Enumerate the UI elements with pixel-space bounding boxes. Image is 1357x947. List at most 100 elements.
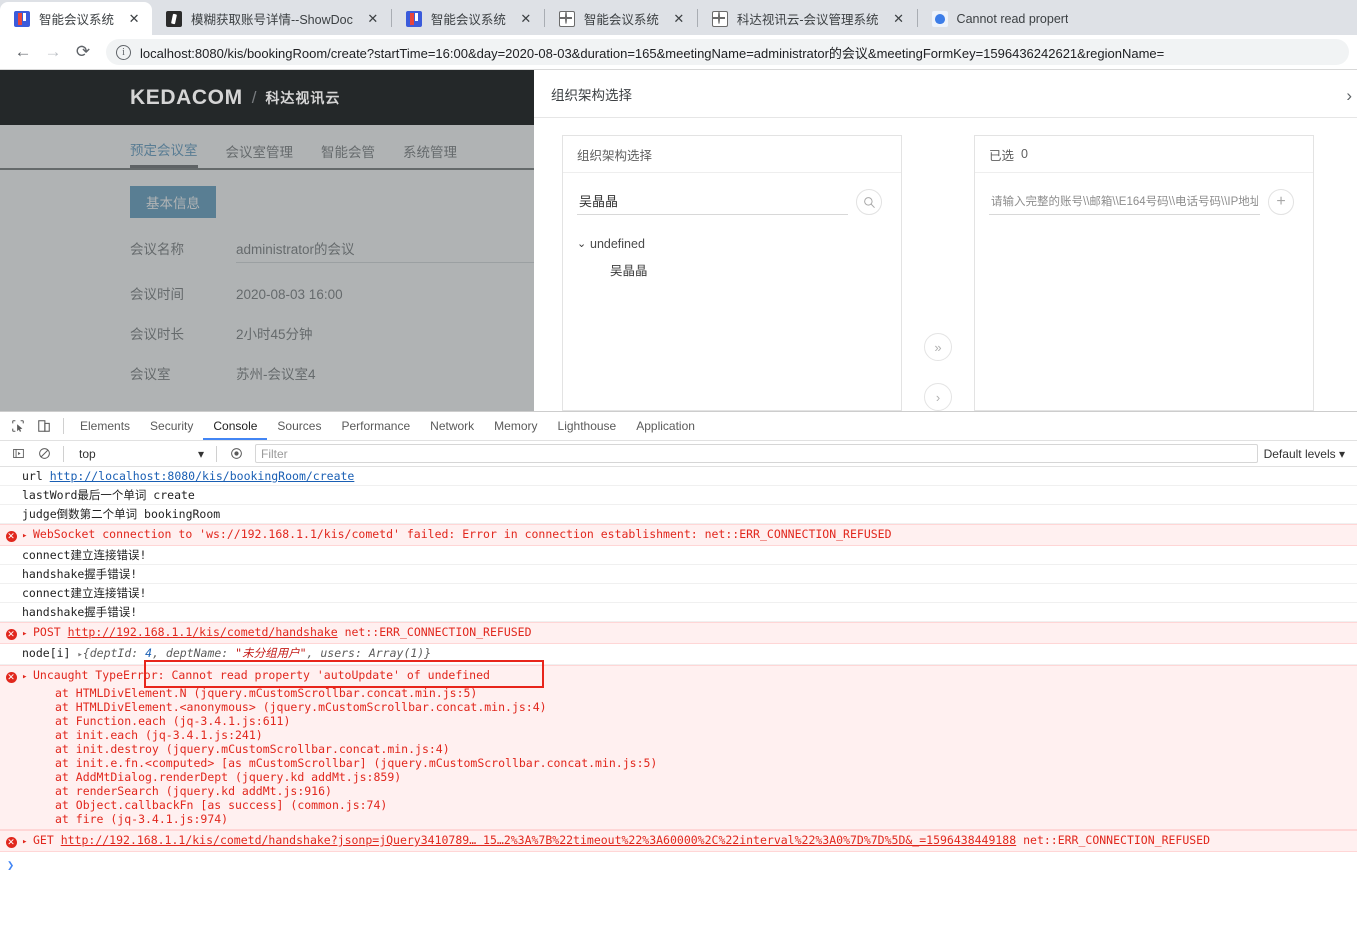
move-selected-button[interactable]: › (924, 383, 952, 411)
chevron-down-icon: ▾ (197, 446, 204, 461)
close-icon[interactable]: › (1346, 86, 1352, 106)
inspect-element-icon[interactable] (5, 413, 31, 439)
stack-frame[interactable]: at Object.callbackFn [as success] (commo… (0, 798, 1357, 812)
row-text: handshake握手错误! (22, 567, 138, 581)
stack-frame[interactable]: at init.destroy (jquery.mCustomScrollbar… (0, 742, 1357, 756)
tree-root-node[interactable]: ⌄ undefined (577, 233, 901, 255)
stack-frame[interactable]: at HTMLDivElement.<anonymous> (jquery.mC… (0, 700, 1357, 714)
tab-close-button[interactable]: ✕ (891, 11, 907, 27)
fiddler-icon (14, 10, 30, 27)
row-gutter (0, 567, 22, 568)
row-gutter (0, 605, 22, 606)
device-toolbar-icon[interactable] (31, 413, 57, 439)
tab-lighthouse[interactable]: Lighthouse (548, 413, 627, 440)
tab-close-button[interactable]: ✕ (126, 11, 142, 27)
modal-backdrop[interactable] (0, 125, 534, 411)
log-level-select[interactable]: Default levels ▾ (1264, 447, 1357, 461)
tab-title: 智能会议系统 (583, 13, 659, 27)
console-filter-input[interactable] (255, 444, 1258, 463)
stack-frame[interactable]: at renderSearch (jquery.kd addMt.js:916) (0, 784, 1357, 798)
browser-tab-2[interactable]: 智能会议系统 ✕ (392, 2, 544, 35)
search-icon[interactable] (856, 189, 882, 215)
stack-frame[interactable]: at Function.each (jq-3.4.1.js:611) (0, 714, 1357, 728)
forward-button[interactable]: → (38, 37, 68, 67)
tab-console[interactable]: Console (203, 413, 268, 440)
tree-leaf-node[interactable]: 吴晶晶 (577, 258, 901, 280)
tab-close-button[interactable]: ✕ (671, 11, 687, 27)
row-link[interactable]: http://localhost:8080/kis/bookingRoom/cr… (50, 469, 355, 483)
console-message-list[interactable]: url http://localhost:8080/kis/bookingRoo… (0, 467, 1357, 947)
row-link[interactable]: http://192.168.1.1/kis/cometd/handshake (68, 625, 338, 639)
tab-performance[interactable]: Performance (331, 413, 420, 440)
row-link[interactable]: http://192.168.1.1/kis/cometd/handshake?… (61, 833, 1016, 847)
browser-tab-3[interactable]: 智能会议系统 ✕ (545, 2, 697, 35)
row-gutter (0, 646, 22, 647)
expand-icon[interactable]: ▸ (22, 527, 33, 544)
stack-frame[interactable]: at fire (jq-3.4.1.js:974) (0, 812, 1357, 826)
chevron-down-icon[interactable]: ⌄ (577, 238, 590, 250)
tab-application[interactable]: Application (626, 413, 705, 440)
tab-network[interactable]: Network (420, 413, 484, 440)
tab-sources[interactable]: Sources (267, 413, 331, 440)
live-expression-eye-icon[interactable] (223, 441, 249, 467)
error-badge: ✕ (0, 625, 22, 641)
object-preview-mid: , deptName: (152, 646, 236, 660)
add-icon[interactable]: + (1268, 189, 1294, 215)
reload-button[interactable]: ⟳ (68, 37, 98, 67)
browser-tab-5[interactable]: Cannot read propert (918, 2, 1079, 35)
tab-elements[interactable]: Elements (70, 413, 140, 440)
browser-chrome: 智能会议系统 ✕ 模糊获取账号详情--ShowDoc ✕ 智能会议系统 ✕ 智能… (0, 0, 1357, 70)
org-search-input[interactable] (577, 189, 848, 215)
console-row-url: url http://localhost:8080/kis/bookingRoo… (0, 467, 1357, 486)
object-preview-open: {deptId: (82, 646, 146, 660)
typeerror-headline: ✕ ▸ Uncaught TypeError: Cannot read prop… (0, 665, 1357, 686)
browser-tab-0[interactable]: 智能会议系统 ✕ (0, 2, 153, 35)
http-method: GET (33, 833, 61, 847)
devtools-tabbar: Elements Security Console Sources Perfor… (0, 412, 1357, 441)
address-bar[interactable]: i localhost:8080/kis/bookingRoom/create?… (106, 39, 1349, 65)
tab-title: 智能会议系统 (430, 13, 506, 27)
expand-icon[interactable]: ▸ (22, 625, 33, 642)
available-panel-title: 组织架构选择 (577, 148, 653, 163)
console-prompt[interactable]: ❯ (0, 854, 1357, 876)
clear-console-icon[interactable] (31, 441, 57, 467)
browser-tab-4[interactable]: 科达视讯云-会议管理系统 ✕ (698, 2, 917, 35)
row-text: connect建立连接错误! (22, 548, 147, 562)
error-badge: ✕ (0, 833, 22, 849)
transfer-buttons: » › (902, 135, 974, 411)
console-row-node-object: node[i] ▸{deptId: 4, deptName: "未分组用户", … (0, 644, 1357, 665)
site-info-icon[interactable]: i (116, 44, 131, 60)
move-all-button[interactable]: » (924, 333, 952, 361)
tab-close-button[interactable]: ✕ (365, 11, 381, 27)
expand-icon[interactable]: ▸ (22, 668, 33, 685)
stack-frame[interactable]: at HTMLDivElement.N (jquery.mCustomScrol… (0, 686, 1357, 700)
stack-frame[interactable]: at init.e.fn.<computed> [as mCustomScrol… (0, 756, 1357, 770)
manual-account-input[interactable] (989, 189, 1260, 215)
row-text: connect建立连接错误! (22, 586, 147, 600)
error-badge: ✕ (0, 527, 22, 543)
execution-context-select[interactable]: top ▾ (70, 447, 210, 461)
tab-memory[interactable]: Memory (484, 413, 547, 440)
available-panel: 组织架构选择 ⌄ (562, 135, 902, 411)
stack-frame[interactable]: at init.each (jq-3.4.1.js:241) (0, 728, 1357, 742)
row-text: lastWord最后一个单词 create (22, 488, 195, 502)
console-row-handshake-2: handshake握手错误! (0, 603, 1357, 622)
row-status: net::ERR_CONNECTION_REFUSED (337, 625, 532, 639)
execute-sidebar-icon[interactable] (5, 441, 31, 467)
expand-icon[interactable]: ▸ (22, 833, 33, 850)
row-gutter (0, 548, 22, 549)
console-row-connect-1: connect建立连接错误! (0, 546, 1357, 565)
error-icon: ✕ (5, 629, 17, 640)
tree-root-label: undefined (590, 237, 645, 251)
stack-frame[interactable]: at AddMtDialog.renderDept (jquery.kd add… (0, 770, 1357, 784)
browser-tab-1[interactable]: 模糊获取账号详情--ShowDoc ✕ (152, 2, 391, 35)
row-text: WebSocket connection to 'ws://192.168.1.… (33, 527, 892, 541)
org-structure-dialog: 组织架构选择 › 组织架构选择 吴晶晶 ⌄ undefined 吴晶晶 » › … (534, 70, 1357, 411)
available-panel-body: ⌄ undefined 吴晶晶 (563, 173, 901, 410)
tab-security[interactable]: Security (140, 413, 203, 440)
back-button[interactable]: ← (8, 37, 38, 67)
row-text: handshake握手错误! (22, 605, 138, 619)
tab-close-button[interactable]: ✕ (518, 11, 534, 27)
dialog-title: 组织架构选择 (551, 87, 632, 103)
fiddler-icon (405, 10, 422, 27)
